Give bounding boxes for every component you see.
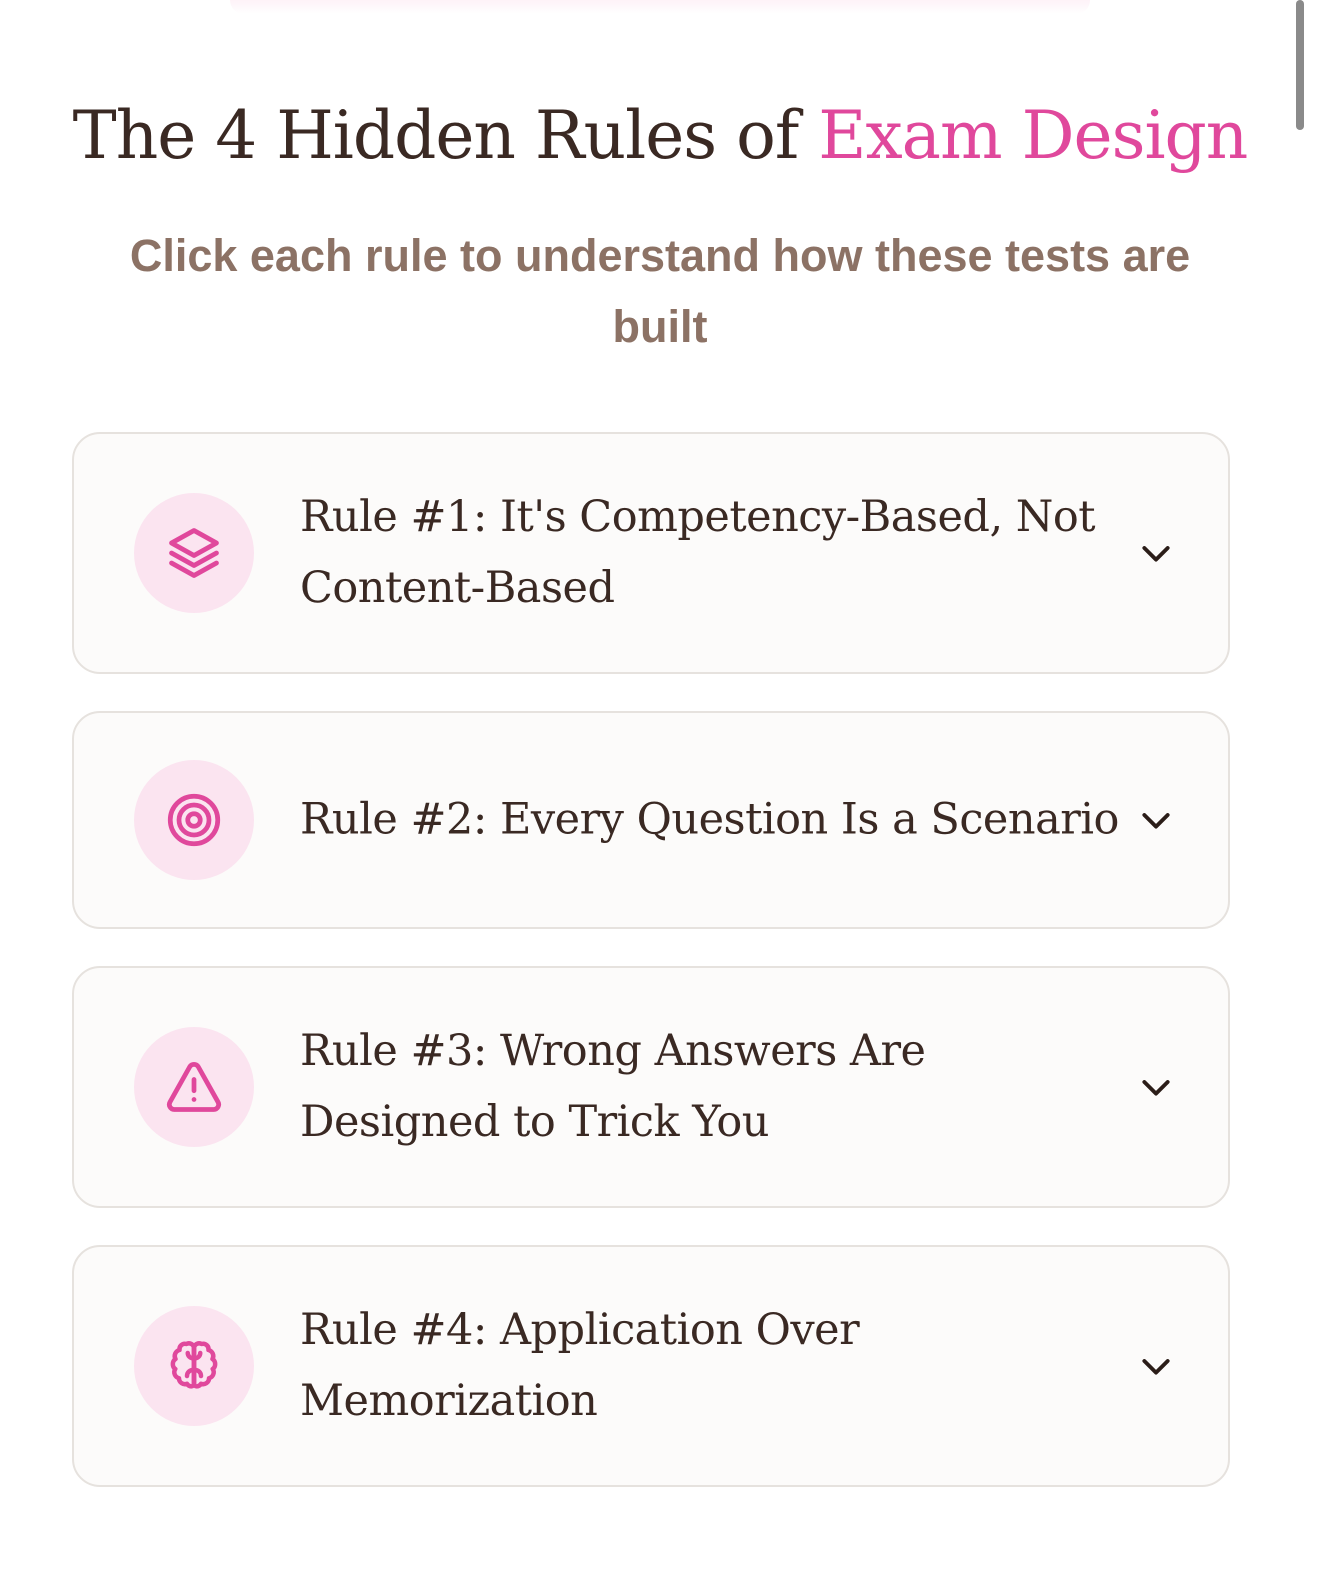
chevron-down-icon [1142, 813, 1170, 829]
warning-triangle-icon [167, 1062, 221, 1112]
top-decorative-fade [230, 0, 1090, 14]
chevron-down-icon [1142, 546, 1170, 562]
rule-icon-badge [134, 493, 254, 613]
rule-title: Rule #4: Application Over Memorization [300, 1305, 860, 1426]
page-subtitle: Click each rule to understand how these … [129, 230, 1191, 352]
layers-icon [169, 528, 219, 578]
chevron-down-icon [1142, 1080, 1170, 1096]
rule-title: Rule #3: Wrong Answers Are Designed to T… [300, 1026, 926, 1147]
brain-icon [170, 1341, 218, 1389]
page-title-accent: Exam Design [818, 97, 1248, 174]
rule-card-1[interactable]: Rule #1: It's Competency-Based, Not Cont… [72, 432, 1230, 674]
rule-icon-badge [134, 1306, 254, 1426]
rule-title: Rule #1: It's Competency-Based, Not Cont… [300, 492, 1096, 613]
rule-card-2[interactable]: Rule #2: Every Question Is a Scenario [72, 711, 1230, 929]
rule-title: Rule #2: Every Question Is a Scenario [300, 794, 1119, 845]
chevron-down-icon [1142, 1359, 1170, 1375]
rules-accordion: Rule #1: It's Competency-Based, Not Cont… [72, 432, 1230, 1524]
rule-card-3[interactable]: Rule #3: Wrong Answers Are Designed to T… [72, 966, 1230, 1208]
rule-icon-badge [134, 760, 254, 880]
page-title-prefix: The 4 Hidden Rules of [72, 97, 819, 174]
rule-card-4[interactable]: Rule #4: Application Over Memorization [72, 1245, 1230, 1487]
target-icon [167, 793, 221, 847]
page-title: The 4 Hidden Rules of Exam Design [0, 92, 1320, 180]
rule-icon-badge [134, 1027, 254, 1147]
